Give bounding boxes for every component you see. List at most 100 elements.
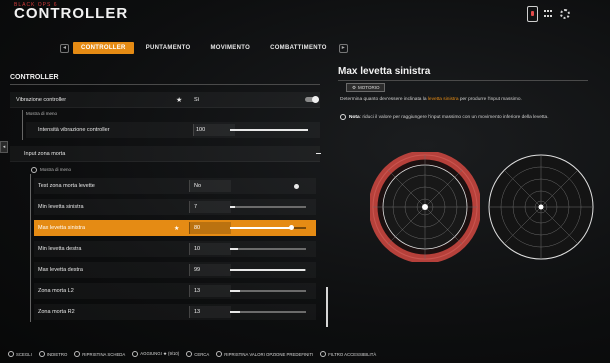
collapse-minus-icon[interactable]	[316, 153, 321, 154]
scrollbar[interactable]	[326, 287, 328, 327]
tree-line	[30, 174, 31, 322]
slider-fill	[230, 227, 291, 229]
tab-bar: ◂ CONTROLLER PUNTAMENTO MOVIMENTO COMBAT…	[60, 41, 348, 55]
setting-row-vibration-intensity[interactable]: Intensità vibrazione controller 100	[26, 122, 320, 138]
desc-text-end: per produrre l'input massimo.	[458, 97, 522, 102]
favorite-star-icon[interactable]: ★	[174, 225, 179, 232]
setting-value: 13	[194, 288, 201, 294]
prompt-ripristina[interactable]: RIPRISTINA VALORI OPZIONE PREDEFINITI	[216, 351, 313, 357]
prompt-label: SCEGLI	[16, 351, 32, 357]
sub-settings-gear-icon	[31, 167, 37, 173]
tree-line	[22, 110, 23, 140]
slider-track[interactable]	[230, 269, 306, 271]
setting-label: Input zona morta	[24, 150, 66, 157]
companion-app-icon[interactable]	[527, 6, 538, 22]
details-panel: Max levetta sinistra ⚙ MOTORIO Determina…	[338, 66, 600, 120]
setting-label: Min levetta sinistra	[38, 204, 84, 210]
prompt-aggiungi[interactable]: AGGIUNGI ★ (9/10)	[132, 351, 179, 357]
prompt-indietro[interactable]: INDIETRO	[38, 351, 68, 357]
setting-value: 13	[194, 309, 201, 315]
toggle-knob[interactable]	[294, 183, 299, 189]
right-stick-diagram	[488, 154, 594, 260]
prompt-label: INDIETRO	[46, 351, 68, 357]
prompt-label: CERCA	[194, 351, 210, 357]
vibration-toggle[interactable]	[305, 96, 319, 103]
slider-track[interactable]	[230, 311, 306, 313]
setting-value: 80	[194, 225, 201, 231]
details-title: Max levetta sinistra	[338, 66, 588, 81]
filter-icon	[320, 351, 327, 357]
show-less-link[interactable]: Mostra di meno	[26, 111, 57, 116]
setting-row-deadzone-input[interactable]: Input zona morta	[10, 146, 321, 162]
slider-knob[interactable]	[289, 225, 294, 230]
setting-row[interactable]: Test zona morta levette No	[34, 178, 316, 194]
motor-chip-label: MOTORIO	[358, 84, 380, 90]
setting-row-vibration[interactable]: Vibrazione controller ★ Sì	[10, 92, 320, 108]
slider-track[interactable]	[230, 206, 306, 208]
setting-row[interactable]: Max levetta destra 99	[34, 262, 316, 278]
setting-row[interactable]: Zona morta L2 13	[34, 283, 316, 299]
favorite-icon	[132, 351, 139, 357]
button-prompts-bar: SCEGLI INDIETRO RIPRISTINA SCHEDA AGGIUNGI …	[0, 347, 610, 361]
favorite-star-icon[interactable]: ★	[176, 96, 182, 104]
prompt-label: RIPRISTINA SCHEDA	[82, 351, 126, 357]
tab-movimento[interactable]: MOVIMENTO	[202, 42, 258, 54]
slider-fill	[230, 206, 235, 208]
prompt-scegli[interactable]: SCEGLI	[8, 351, 32, 357]
setting-row[interactable]: Min levetta destra 10	[34, 241, 316, 257]
tab-controller[interactable]: CONTROLLER	[73, 42, 134, 54]
slider-track[interactable]	[230, 129, 308, 131]
settings-list: CONTROLLER	[10, 74, 320, 85]
gear-icon: ⚙	[352, 84, 357, 90]
slider-fill	[230, 248, 238, 250]
slider-fill	[230, 311, 240, 313]
setting-value: 99	[194, 267, 201, 273]
slider-fill	[230, 290, 240, 292]
setting-label: Test zona morta levette	[38, 183, 95, 189]
setting-label: Max levetta sinistra	[38, 225, 86, 231]
info-icon	[340, 114, 346, 120]
restore-icon	[216, 351, 223, 357]
setting-row[interactable]: Zona morta R2 13	[34, 304, 316, 320]
setting-label: Max levetta destra	[38, 267, 83, 273]
note-label: Nota	[349, 114, 360, 120]
section-title: CONTROLLER	[10, 74, 320, 85]
setting-value: 7	[194, 204, 198, 210]
reset-icon	[74, 351, 81, 357]
left-stick-center-dot	[422, 204, 428, 210]
setting-row[interactable]: Min levetta sinistra 7	[34, 199, 316, 215]
left-stick-diagram	[370, 152, 480, 262]
setting-value: 10	[194, 246, 201, 252]
slider-fill	[230, 129, 308, 131]
header-icons	[527, 6, 570, 22]
prompt-ripristina[interactable]: RIPRISTINA SCHEDA	[74, 351, 125, 357]
side-panel-tab[interactable]: ◂	[0, 141, 8, 153]
setting-label: Zona morta R2	[38, 309, 75, 315]
setting-value: 100	[196, 127, 206, 133]
page-title: CONTROLLER	[14, 5, 129, 22]
slider-track[interactable]	[230, 248, 306, 250]
cross-icon	[8, 351, 14, 357]
prompt-cerca[interactable]: CERCA	[186, 351, 209, 357]
l1-bumper-icon: ◂	[60, 43, 70, 53]
desc-text: Determina quanto dev'essere inclinata la	[340, 97, 428, 102]
r1-bumper-icon: ▸	[338, 43, 348, 53]
tab-combattimento[interactable]: COMBATTIMENTO	[262, 42, 335, 54]
slider-track[interactable]	[230, 290, 306, 292]
show-less-link[interactable]: Mostra di meno	[40, 167, 71, 172]
slider-track[interactable]	[230, 225, 306, 230]
setting-row[interactable]: Max levetta sinistra 80 ★	[34, 220, 316, 236]
tab-puntamento[interactable]: PUNTAMENTO	[138, 42, 199, 54]
menu-grid-icon[interactable]	[544, 10, 554, 18]
setting-label: Min levetta destra	[38, 246, 82, 252]
details-description: Determina quanto dev'essere inclinata la…	[340, 97, 522, 102]
header: BLACK OPS 6 CONTROLLER	[0, 0, 610, 34]
prompt-label: FILTRO ACCESSIBILITÀ	[328, 351, 377, 357]
search-icon	[186, 351, 193, 357]
circle-icon	[38, 351, 45, 357]
setting-label: Intensità vibrazione controller	[38, 127, 110, 133]
prompt-label: RIPRISTINA VALORI OPZIONE PREDEFINITI	[224, 351, 314, 357]
settings-gear-icon[interactable]	[560, 9, 570, 19]
setting-label: Zona morta L2	[38, 288, 74, 294]
prompt-filtro[interactable]: FILTRO ACCESSIBILITÀ	[320, 351, 376, 357]
